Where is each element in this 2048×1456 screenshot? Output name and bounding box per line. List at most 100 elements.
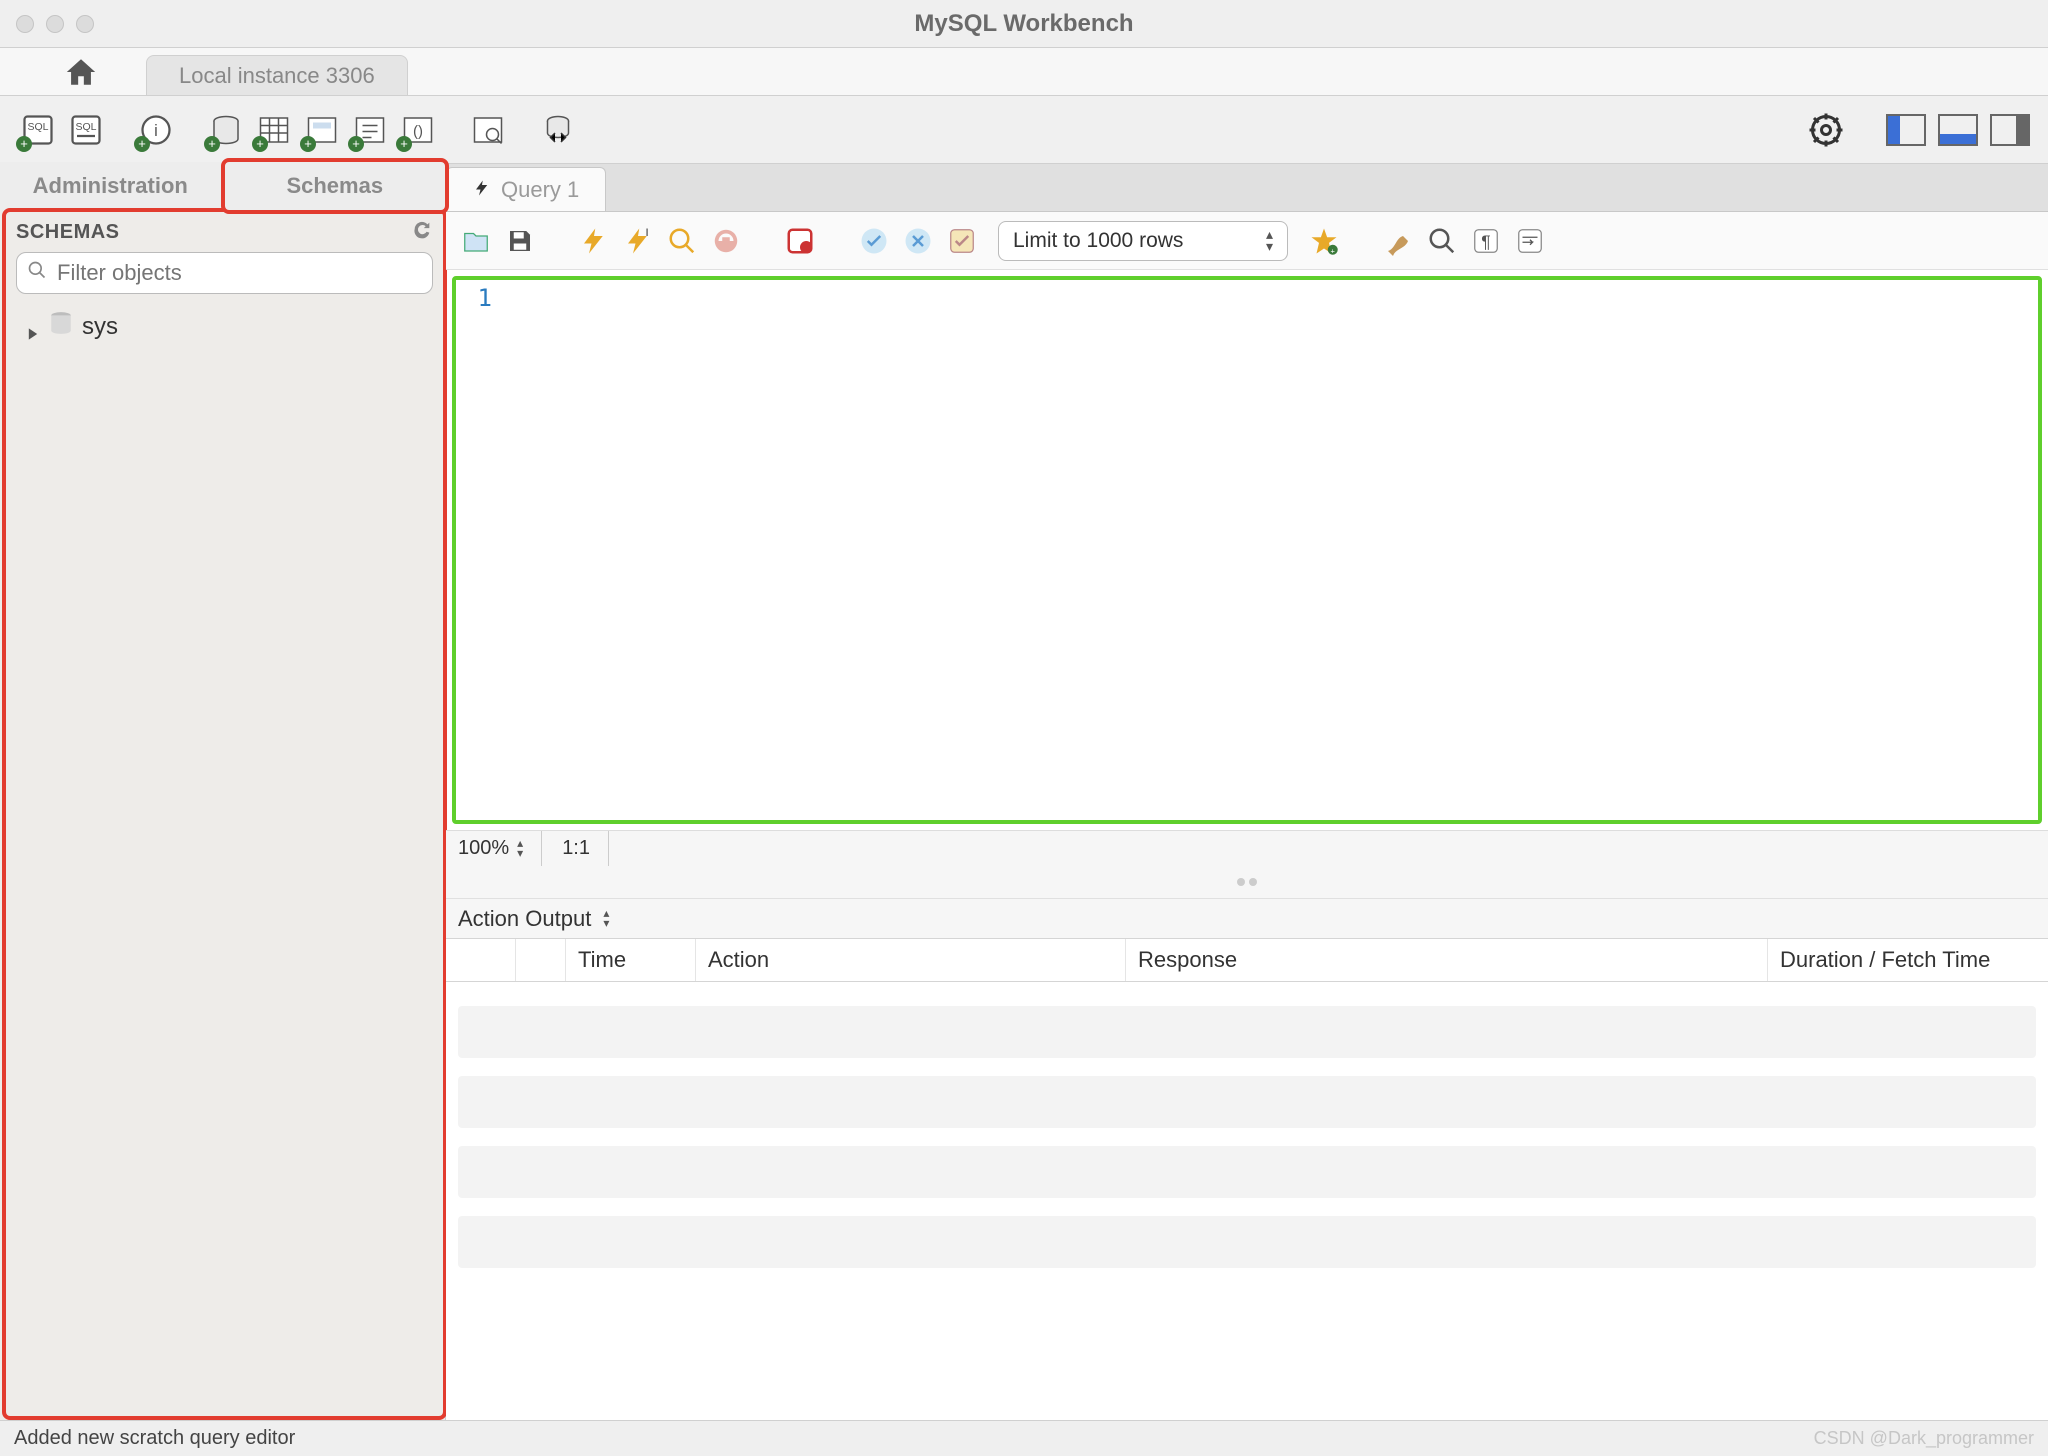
splitter-handle[interactable] — [446, 866, 2048, 898]
row-limit-select[interactable]: Limit to 1000 rows ▴▾ — [998, 221, 1288, 261]
col-response[interactable]: Response — [1126, 939, 1768, 981]
schema-tree-item[interactable]: sys — [12, 306, 437, 347]
output-table-header: Time Action Response Duration / Fetch Ti… — [446, 938, 2048, 982]
toggle-autocommit-button[interactable] — [782, 223, 818, 259]
col-duration[interactable]: Duration / Fetch Time — [1768, 939, 2048, 981]
database-icon — [48, 310, 74, 343]
svg-text:¶: ¶ — [1481, 231, 1490, 251]
save-file-button[interactable] — [502, 223, 538, 259]
create-schema-button[interactable]: + — [206, 110, 246, 150]
editor-toolbar: I Limit to 1000 rows — [446, 212, 2048, 270]
status-message: Added new scratch query editor — [14, 1427, 295, 1450]
stepper-icon: ▴▾ — [1266, 229, 1273, 251]
zoom-window-icon[interactable] — [76, 15, 94, 33]
zoom-ratio: 1:1 — [562, 837, 590, 860]
output-selector-label: Action Output — [458, 906, 591, 932]
main-area: Query 1 I — [446, 164, 2048, 1420]
find-button[interactable] — [1424, 223, 1460, 259]
query-tabs: Query 1 — [446, 164, 2048, 212]
tab-administration[interactable]: Administration — [0, 162, 221, 210]
commit-button[interactable] — [856, 223, 892, 259]
query-tab[interactable]: Query 1 — [446, 167, 606, 211]
server-status-button[interactable]: i + — [136, 110, 176, 150]
home-icon — [64, 55, 98, 95]
query-tab-label: Query 1 — [501, 177, 579, 203]
minimize-window-icon[interactable] — [46, 15, 64, 33]
output-row-placeholder — [458, 1006, 2036, 1058]
open-sql-file-button[interactable]: SQL — [66, 110, 106, 150]
toggle-right-panel-button[interactable] — [1990, 114, 2030, 146]
svg-text:SQL: SQL — [27, 121, 48, 133]
plus-badge-icon: + — [204, 136, 220, 152]
connection-tab-label: Local instance 3306 — [179, 63, 375, 89]
filter-objects-field[interactable] — [55, 259, 422, 287]
tab-schemas[interactable]: Schemas — [221, 158, 450, 214]
col-action[interactable]: Action — [696, 939, 1126, 981]
svg-text:I: I — [646, 227, 649, 239]
execute-button[interactable] — [576, 223, 612, 259]
stepper-icon: ▴▾ — [603, 909, 609, 928]
schema-tree: sys — [6, 302, 443, 351]
sidebar-tabs: Administration Schemas — [0, 162, 445, 210]
create-view-button[interactable]: + — [302, 110, 342, 150]
favorite-button[interactable]: + — [1306, 223, 1342, 259]
output-selector[interactable]: Action Output ▴▾ — [446, 898, 2048, 938]
settings-gear-icon[interactable] — [1806, 110, 1846, 150]
plus-badge-icon: + — [134, 136, 150, 152]
output-row-placeholder — [458, 1216, 2036, 1268]
refresh-schemas-icon[interactable] — [411, 218, 433, 246]
toggle-safe-updates-button[interactable] — [944, 223, 980, 259]
connection-tab[interactable]: Local instance 3306 — [146, 55, 408, 95]
search-table-data-button[interactable] — [468, 110, 508, 150]
reconnect-button[interactable] — [538, 110, 578, 150]
toggle-left-panel-button[interactable] — [1886, 114, 1926, 146]
plus-badge-icon: + — [396, 136, 412, 152]
execute-current-button[interactable]: I — [620, 223, 656, 259]
explain-button[interactable] — [664, 223, 700, 259]
sql-editor-wrapper: 1 — [446, 270, 2048, 830]
new-sql-tab-button[interactable]: SQL + — [18, 110, 58, 150]
toggle-bottom-panel-button[interactable] — [1938, 114, 1978, 146]
create-table-button[interactable]: + — [254, 110, 294, 150]
beautify-button[interactable] — [1380, 223, 1416, 259]
open-file-button[interactable] — [458, 223, 494, 259]
create-procedure-button[interactable]: + — [350, 110, 390, 150]
close-window-icon[interactable] — [16, 15, 34, 33]
svg-text:(): () — [413, 123, 423, 140]
col-time[interactable]: Time — [566, 939, 696, 981]
schema-tree-item-label: sys — [82, 313, 118, 341]
row-limit-label: Limit to 1000 rows — [1013, 229, 1183, 253]
lightning-icon — [473, 177, 491, 203]
output-row-placeholder — [458, 1146, 2036, 1198]
create-function-button[interactable]: () + — [398, 110, 438, 150]
statusbar: Added new scratch query editor CSDN @Dar… — [0, 1420, 2048, 1456]
stop-button[interactable] — [708, 223, 744, 259]
line-number: 1 — [456, 284, 492, 312]
svg-text:SQL: SQL — [75, 121, 96, 133]
filter-objects-input[interactable] — [16, 252, 433, 294]
plus-badge-icon: + — [252, 136, 268, 152]
svg-text:i: i — [154, 122, 158, 140]
svg-text:+: + — [1331, 246, 1336, 255]
schemas-header: SCHEMAS — [16, 221, 120, 244]
sql-editor[interactable]: 1 — [452, 276, 2042, 824]
window-controls — [16, 15, 94, 33]
home-tab[interactable] — [16, 55, 146, 95]
toggle-invisible-chars-button[interactable]: ¶ — [1468, 223, 1504, 259]
plus-badge-icon: + — [16, 136, 32, 152]
zoom-value: 100% — [458, 837, 509, 860]
window-title: MySQL Workbench — [0, 10, 2048, 38]
output-row-placeholder — [458, 1076, 2036, 1128]
stepper-icon[interactable]: ▴▾ — [517, 839, 523, 858]
plus-badge-icon: + — [300, 136, 316, 152]
toggle-wrap-button[interactable] — [1512, 223, 1548, 259]
editor-zoom-bar: 100% ▴▾ 1:1 — [446, 830, 2048, 866]
main-toolbar: SQL + SQL i + + + + + () — [0, 96, 2048, 164]
watermark: CSDN @Dark_programmer — [1814, 1428, 2034, 1449]
sidebar: Administration Schemas SCHEMAS — [0, 164, 446, 1420]
rollback-button[interactable] — [900, 223, 936, 259]
editor-gutter: 1 — [456, 280, 500, 820]
connection-tab-strip: Local instance 3306 — [0, 48, 2048, 96]
plus-badge-icon: + — [348, 136, 364, 152]
chevron-right-icon — [26, 320, 40, 334]
